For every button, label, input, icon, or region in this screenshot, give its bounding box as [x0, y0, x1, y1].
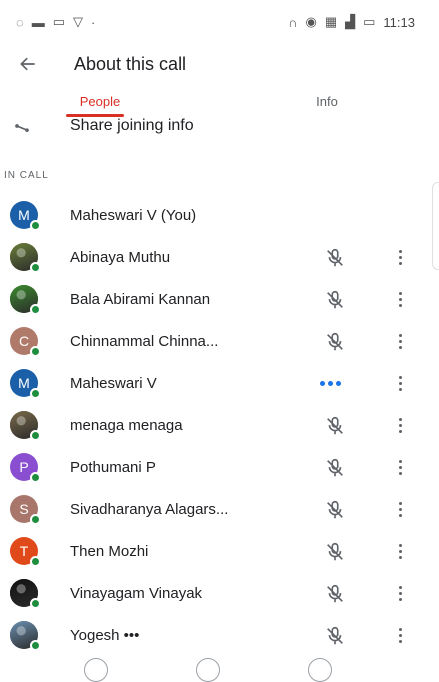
participant-row[interactable]: P Pothumani P — [0, 446, 439, 488]
dot-icon: · — [91, 14, 96, 30]
page-title: About this call — [74, 53, 187, 74]
participant-row[interactable]: menaga menaga — [0, 404, 439, 446]
share-icon — [10, 114, 34, 138]
avatar — [10, 579, 41, 609]
sim-icon: ◌ — [16, 14, 24, 30]
shield-icon: ▽ — [73, 14, 84, 29]
participant-name: menaga menaga — [70, 416, 183, 434]
avatar: P — [10, 453, 41, 483]
more-options-icon[interactable] — [388, 371, 412, 395]
participant-row[interactable]: M Maheswari V — [0, 362, 439, 404]
more-options-icon[interactable] — [388, 329, 412, 353]
speaking-indicator-icon — [320, 375, 350, 391]
participant-row[interactable]: Yogesh ••• — [0, 614, 439, 656]
mic-off-icon — [324, 541, 346, 563]
status-time: 11:13 — [383, 14, 415, 30]
avatar-initial: M — [18, 207, 30, 223]
avatar — [10, 621, 41, 651]
mic-off-icon — [324, 625, 346, 647]
message-icon: ▬ — [31, 14, 45, 30]
more-options-icon[interactable] — [388, 455, 412, 479]
more-options-icon[interactable] — [388, 539, 412, 563]
presence-indicator — [30, 220, 41, 231]
avatar-initial: S — [19, 501, 29, 517]
mic-off-icon — [324, 415, 346, 437]
participant-name: Abinaya Muthu — [70, 248, 171, 266]
participant-name: Maheswari V (You) — [70, 206, 197, 224]
mic-off-icon — [324, 499, 346, 521]
signal-icon: ▟ — [345, 14, 356, 29]
participant-row[interactable]: M Maheswari V (You) — [0, 194, 439, 236]
headphones-icon: ∩ — [288, 14, 298, 30]
section-header: IN CALL — [4, 170, 49, 181]
participant-name: Pothumani P — [70, 458, 156, 476]
battery-icon: ▭ — [363, 14, 376, 29]
presence-indicator — [30, 430, 41, 441]
avatar — [10, 243, 41, 273]
avatar-initial: T — [19, 543, 29, 559]
avatar — [10, 411, 41, 441]
participant-name: Sivadharanya Alagars... — [70, 500, 229, 518]
avatar: T — [10, 537, 41, 567]
status-right-icons: ∩ ◉ ▦ ▟ ▭ 11:13 — [288, 14, 415, 30]
image-icon: ▭ — [52, 14, 66, 29]
more-options-icon[interactable] — [388, 497, 412, 521]
participant-row[interactable]: T Then Mozhi — [0, 530, 439, 572]
more-options-icon[interactable] — [388, 287, 412, 311]
mic-off-icon — [324, 457, 346, 479]
presence-indicator — [30, 388, 41, 399]
bottom-bar — [0, 658, 439, 682]
presence-indicator — [30, 598, 41, 609]
participant-name: Maheswari V — [70, 374, 157, 392]
mic-off-icon — [324, 289, 346, 311]
participant-row[interactable]: Abinaya Muthu — [0, 236, 439, 278]
avatar-initial: P — [19, 459, 29, 475]
presence-indicator — [30, 346, 41, 357]
participant-row[interactable]: C Chinnammal Chinna... — [0, 320, 439, 362]
participant-name: Bala Abirami Kannan — [70, 290, 211, 308]
presence-indicator — [30, 304, 41, 315]
status-bar: ◌ ▬ ▭ ▽ · ∩ ◉ ▦ ▟ ▭ 11:13 — [0, 0, 439, 44]
back-button[interactable] — [4, 44, 52, 84]
more-options-icon[interactable] — [388, 245, 412, 269]
back-arrow-icon — [20, 57, 35, 71]
avatar: M — [10, 369, 41, 399]
presence-indicator — [30, 556, 41, 567]
participant-row[interactable]: Bala Abirami Kannan — [0, 278, 439, 320]
presence-indicator — [30, 640, 41, 651]
participant-list: M Maheswari V (You) Abinaya Muthu Bala Abir… — [0, 194, 439, 656]
bottom-action-2-icon[interactable] — [196, 658, 220, 682]
participant-name: Then Mozhi — [70, 542, 149, 560]
mic-off-icon — [324, 583, 346, 605]
bottom-action-1-icon[interactable] — [84, 658, 108, 682]
more-options-icon[interactable] — [388, 413, 412, 437]
avatar: M — [10, 201, 41, 231]
avatar-initial: M — [18, 375, 30, 391]
more-options-icon[interactable] — [388, 581, 412, 605]
presence-indicator — [30, 472, 41, 483]
participant-name: Vinayagam Vinayak — [70, 584, 203, 602]
participant-row[interactable]: Vinayagam Vinayak — [0, 572, 439, 614]
eye-icon: ◉ — [305, 14, 317, 29]
network-icon: ▦ — [324, 14, 338, 29]
share-joining-info-button[interactable]: Share joining info — [0, 112, 439, 140]
presence-indicator — [30, 514, 41, 525]
bottom-action-3-icon[interactable] — [308, 658, 332, 682]
avatar-initial: C — [18, 333, 30, 349]
avatar: S — [10, 495, 41, 525]
mic-off-icon — [324, 331, 346, 353]
more-options-icon[interactable] — [388, 623, 412, 647]
app-bar: About this call — [0, 44, 439, 84]
avatar — [10, 285, 41, 315]
participant-name: Chinnammal Chinna... — [70, 332, 219, 350]
participant-name: Yogesh ••• — [70, 626, 140, 644]
participant-row[interactable]: S Sivadharanya Alagars... — [0, 488, 439, 530]
status-left-icons: ◌ ▬ ▭ ▽ · — [16, 14, 95, 30]
avatar: C — [10, 327, 41, 357]
presence-indicator — [30, 262, 41, 273]
share-label: Share joining info — [70, 117, 194, 134]
mic-off-icon — [324, 247, 346, 269]
